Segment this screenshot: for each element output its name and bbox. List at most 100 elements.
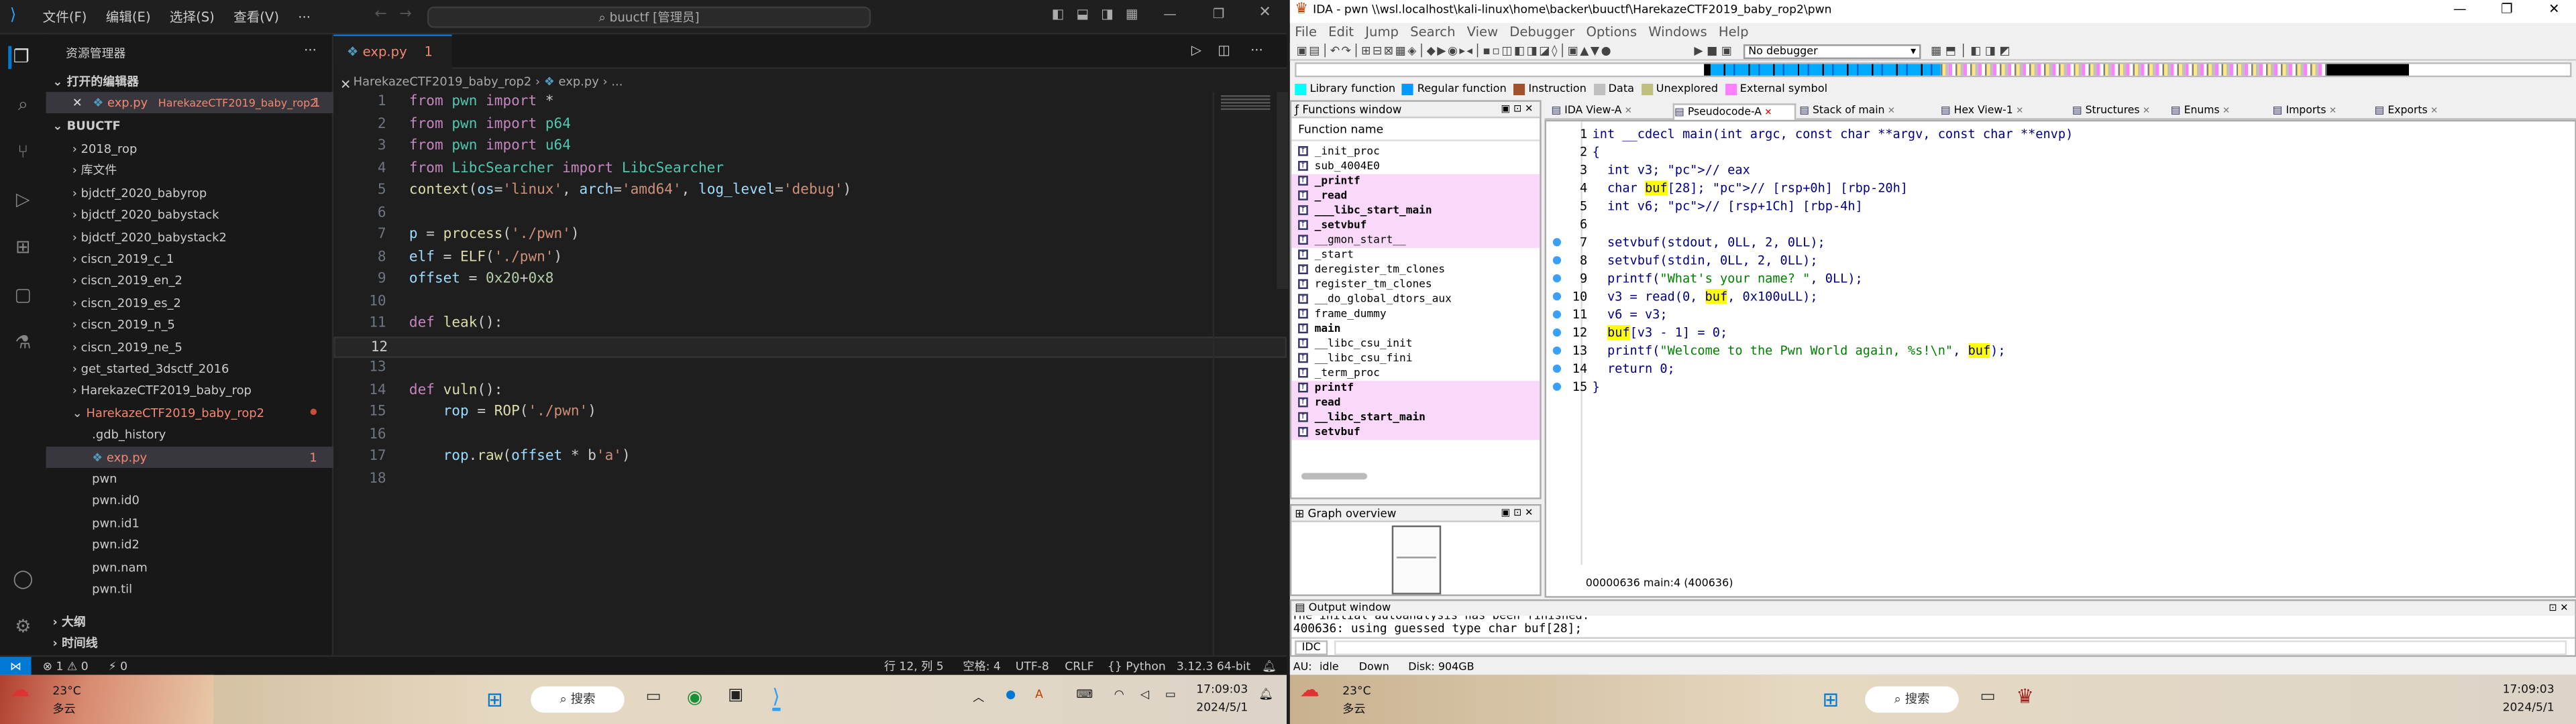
navigation-band[interactable]	[1295, 62, 2572, 78]
ida-menu-view[interactable]: View	[1467, 25, 1499, 40]
clock-date[interactable]: 2024/5/1	[1196, 701, 1248, 715]
function-row[interactable]: f _start	[1291, 248, 1540, 263]
layout-icon[interactable]: ▦	[1126, 7, 1138, 21]
code-line[interactable]: 6	[333, 203, 1287, 225]
toggle-panel-icon[interactable]: ⬓	[1076, 7, 1089, 21]
split-editor-icon[interactable]: ◫	[1218, 43, 1230, 58]
tray-ime-icon[interactable]: ⌨	[1076, 688, 1093, 701]
code-line[interactable]: 17 rop.raw(offset * b'a')	[333, 446, 1287, 469]
breakpoint-dot-icon[interactable]	[1552, 328, 1562, 337]
wifi-icon[interactable]: ◠	[1114, 688, 1124, 701]
ports-status[interactable]: ⚡ 0	[109, 657, 127, 676]
tree-file[interactable]: pwn.id2	[46, 534, 334, 556]
function-row[interactable]: f __libc_start_main	[1291, 410, 1540, 426]
debugger-select[interactable]: No debugger ▾	[1743, 44, 1921, 60]
function-row[interactable]: f register_tm_clones	[1291, 278, 1540, 292]
function-row[interactable]: f printf	[1291, 381, 1540, 396]
close-icon[interactable]: ✕	[2548, 1, 2559, 16]
close-icon[interactable]: ✕	[340, 77, 351, 92]
close-icon[interactable]: ✕	[1762, 109, 1772, 119]
tree-folder[interactable]: › ciscn_2019_en_2	[46, 270, 334, 292]
pseudocode-line[interactable]: 12 buf[v3 - 1] = 0;	[1552, 324, 1727, 342]
menu-view[interactable]: 查看(V)	[233, 10, 279, 25]
code-line[interactable]: 7 p = process('./pwn')	[333, 225, 1287, 247]
code-line[interactable]: 15 rop = ROP('./pwn')	[333, 402, 1287, 424]
battery-icon[interactable]: ▭	[1165, 688, 1176, 701]
code-line[interactable]: 1 from pwn import *	[333, 92, 1287, 114]
horizontal-scrollbar[interactable]	[1301, 473, 1367, 480]
ida-tab[interactable]: ▤ Imports ✕	[2273, 103, 2371, 118]
function-row[interactable]: f __gmon_start__	[1291, 233, 1540, 248]
scrollbar[interactable]	[1277, 92, 1289, 290]
run-debug-icon[interactable]: ▷	[11, 189, 34, 212]
tree-file[interactable]: pwn.til	[46, 578, 334, 600]
tab-exp-py[interactable]: ❖ exp.py 1 ✕	[333, 34, 452, 92]
taskbar-search[interactable]: ⌕ 搜索	[531, 686, 625, 713]
minimize-icon[interactable]: —	[1163, 7, 1177, 21]
code-line[interactable]: 11 def leak():	[333, 314, 1287, 336]
more-actions-icon[interactable]: ···	[304, 43, 317, 58]
pseudocode-line[interactable]: 9 printf("What's your name? ", 0LL);	[1552, 269, 1863, 288]
menu-file[interactable]: 文件(F)	[43, 10, 87, 25]
pseudocode-line[interactable]: 1 int __cdecl main(int argc, const char *…	[1560, 125, 2073, 143]
code-line[interactable]: 8 elf = ELF('./pwn')	[333, 247, 1287, 269]
maximize-icon[interactable]: ❐	[2501, 1, 2513, 16]
function-row[interactable]: f frame_dummy	[1291, 307, 1540, 322]
open-editors-header[interactable]: ⌄ 打开的编辑器	[46, 70, 334, 93]
tree-file[interactable]: pwn.id0	[46, 490, 334, 512]
idc-input[interactable]	[1334, 640, 2567, 656]
problems-status[interactable]: ⊗ 1 ⚠ 0	[43, 657, 89, 676]
tree-folder[interactable]: › ciscn_2019_n_5	[46, 314, 334, 336]
breakpoint-dot-icon[interactable]	[1552, 346, 1562, 355]
pseudocode-line[interactable]: 8 setvbuf(stdin, 0LL, 2, 0LL);	[1552, 251, 1818, 269]
function-row[interactable]: f _init_proc	[1291, 145, 1540, 160]
pseudocode-line[interactable]: 14 return 0;	[1552, 359, 1675, 377]
pseudocode-line[interactable]: 3 int v3; "pc">// eax	[1560, 161, 1750, 179]
tree-folder[interactable]: › get_started_3dsctf_2016	[46, 358, 334, 380]
search-direction[interactable]: Down	[1359, 658, 1389, 674]
eol-status[interactable]: CRLF	[1065, 657, 1093, 676]
ida-menu-search[interactable]: Search	[1410, 25, 1455, 40]
indent-status[interactable]: 空格: 4	[963, 657, 1000, 676]
function-row[interactable]: f _read	[1291, 188, 1540, 204]
window-controls[interactable]: ▣ ⊡ ✕	[1501, 102, 1534, 118]
weather-icon[interactable]: ☁	[10, 678, 30, 701]
function-row[interactable]: f __do_global_dtors_aux	[1291, 292, 1540, 307]
code-line[interactable]: 16	[333, 424, 1287, 446]
remote-explorer-icon[interactable]: ▢	[11, 284, 34, 307]
breakpoint-dot-icon[interactable]	[1552, 364, 1562, 373]
close-icon[interactable]: ✕	[72, 95, 83, 110]
folder-header[interactable]: ⌄ BUUCTF	[46, 115, 334, 137]
code-line[interactable]: 9 offset = 0x20+0x8	[333, 269, 1287, 292]
ida-menu-edit[interactable]: Edit	[1328, 25, 1354, 40]
clock-time[interactable]: 17:09:03	[1196, 683, 1248, 697]
pseudocode-line[interactable]: 15}	[1552, 377, 1600, 396]
toggle-secondary-icon[interactable]: ◨	[1101, 7, 1114, 21]
close-icon[interactable]: ✕	[1258, 5, 1271, 21]
code-line[interactable]: 12	[333, 335, 1287, 358]
function-row[interactable]: f __libc_csu_fini	[1291, 351, 1540, 366]
ida-tab[interactable]: ▤ Pseudocode-A ✕	[1672, 103, 1796, 120]
code-line[interactable]: 10	[333, 292, 1287, 314]
code-line[interactable]: 3 from pwn import u64	[333, 136, 1287, 158]
language-status[interactable]: {} Python	[1108, 657, 1166, 676]
ida-menu-debugger[interactable]: Debugger	[1509, 25, 1574, 40]
close-icon[interactable]: ✕	[2140, 107, 2150, 117]
explorer-icon[interactable]: ❐	[8, 46, 31, 69]
function-row[interactable]: f sub_4004E0	[1291, 160, 1540, 174]
breakpoint-dot-icon[interactable]	[1552, 382, 1562, 391]
tree-folder[interactable]: › 2018_rop	[46, 138, 334, 160]
ida-tab[interactable]: ▤ Hex View-1 ✕	[1941, 103, 2069, 118]
code-editor[interactable]: 1 from pwn import * 2 from pwn import p64 3 f…	[333, 92, 1287, 585]
weather-icon[interactable]: ☁	[1300, 678, 1320, 701]
toggle-sidebar-icon[interactable]: ◧	[1052, 7, 1065, 21]
clock-date[interactable]: 2024/5/1	[2503, 701, 2555, 715]
pseudocode-line[interactable]: 2{	[1560, 143, 1600, 161]
back-arrow-icon[interactable]: ←	[374, 7, 386, 23]
close-icon[interactable]: ✕	[2220, 107, 2230, 117]
tree-file[interactable]: .gdb_history	[46, 424, 334, 446]
window-controls[interactable]: ▣ ⊡ ✕	[1501, 505, 1534, 522]
windows-start-icon[interactable]: ⊞	[1822, 688, 1839, 711]
breakpoint-dot-icon[interactable]	[1552, 310, 1562, 319]
breadcrumb-more[interactable]: ...	[611, 74, 623, 88]
